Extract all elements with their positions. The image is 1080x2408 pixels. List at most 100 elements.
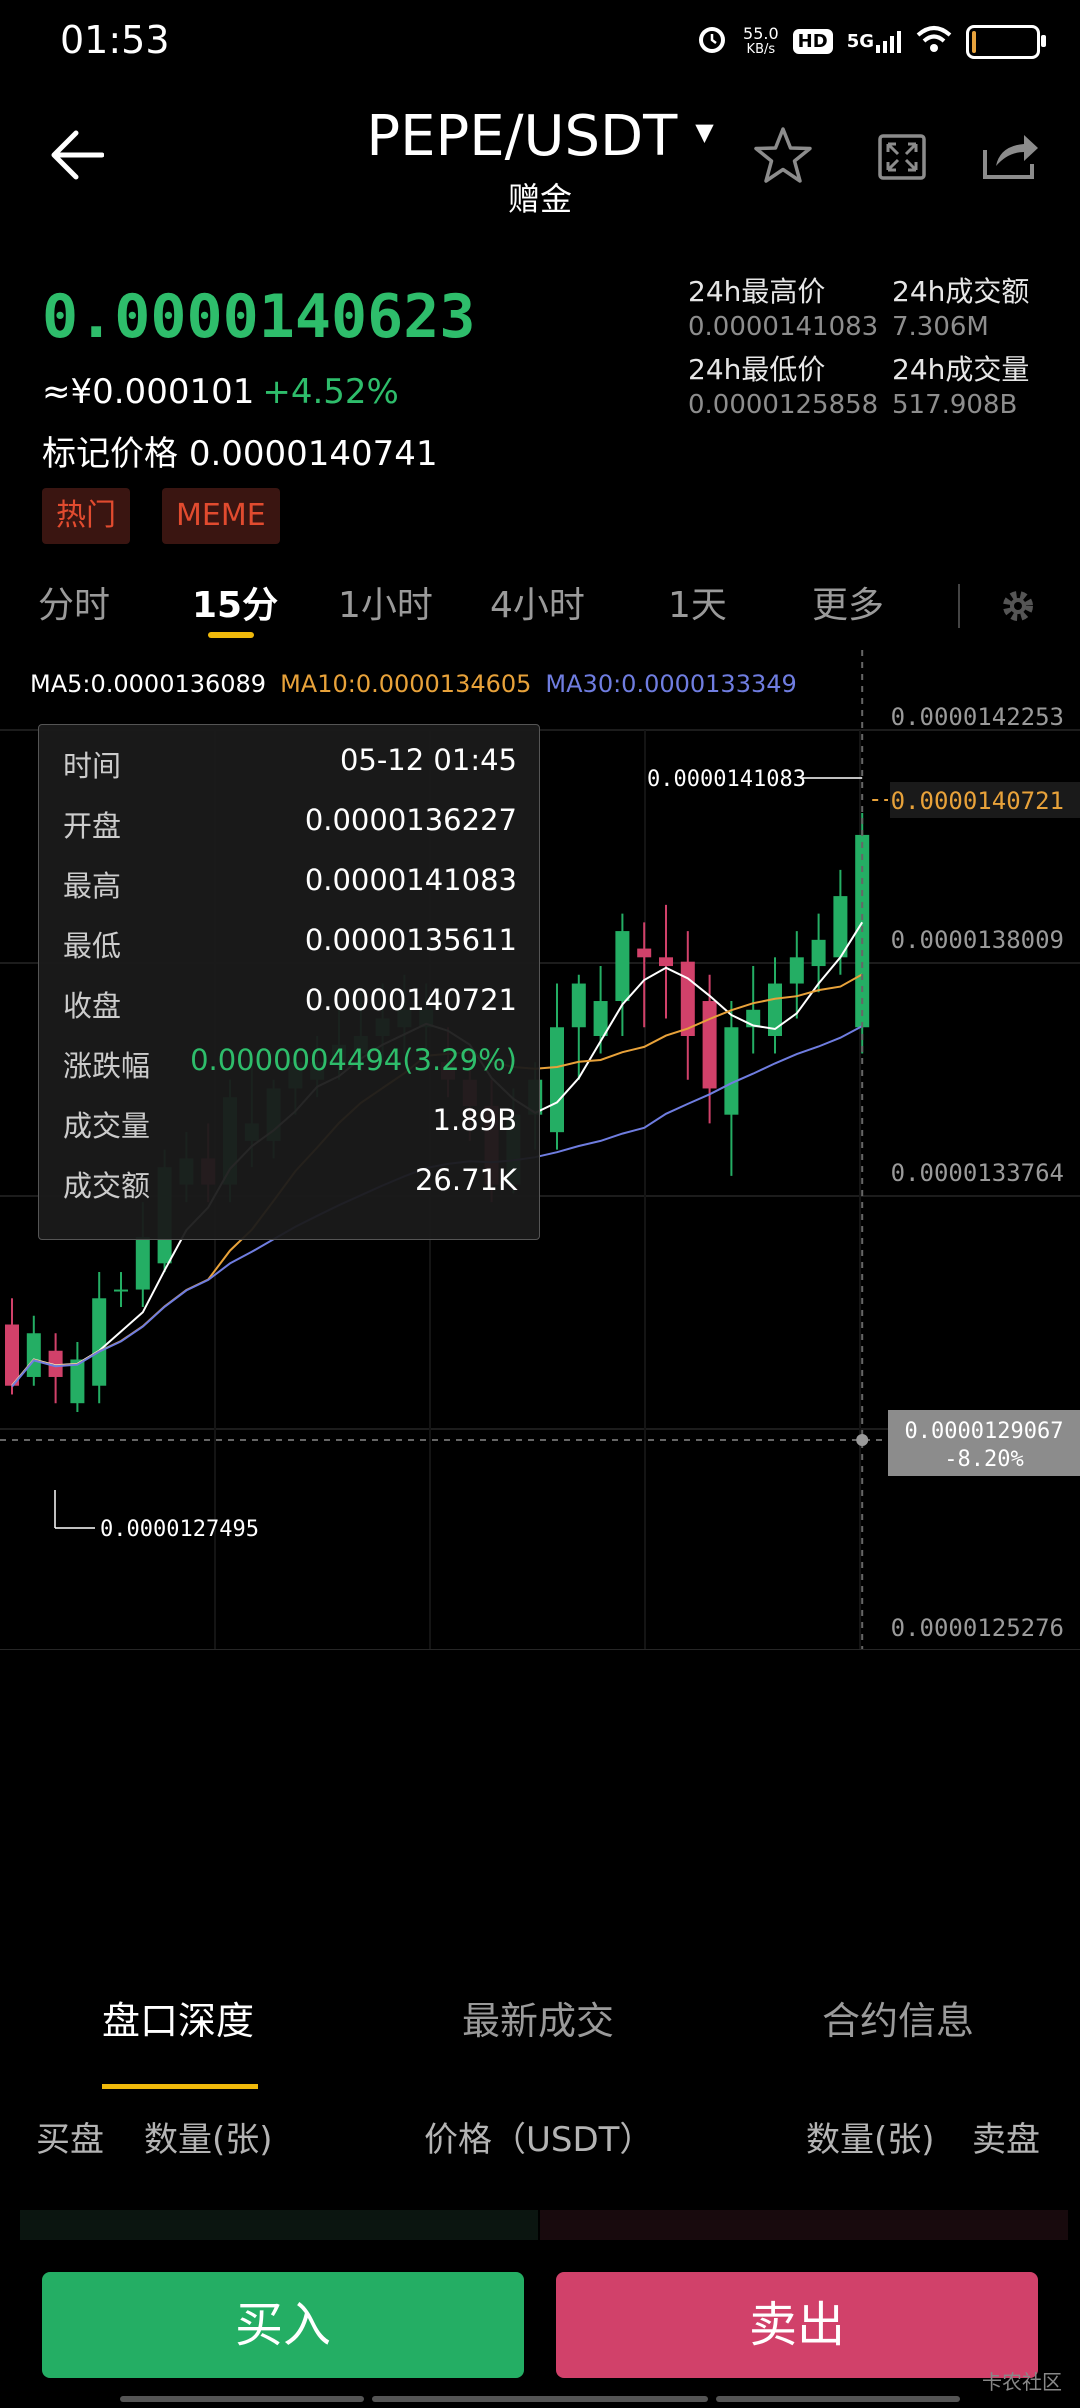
network-type: 5G	[846, 30, 874, 52]
tooltip-label: 成交额	[63, 1169, 151, 1203]
tooltip-row: 收盘 0.0000140721	[63, 983, 517, 1023]
mark-price: 0.0000140741	[188, 434, 438, 474]
candle-body	[811, 939, 826, 967]
tooltip-label: 收盘	[63, 989, 122, 1023]
cny-price-row: ≈¥0.000101 +4.52%	[42, 372, 399, 412]
share-icon[interactable]	[982, 132, 1040, 184]
candle-body	[5, 1324, 19, 1386]
tab-timeframe-1d[interactable]: 1天	[668, 576, 727, 628]
tooltip-label: 成交量	[63, 1109, 151, 1143]
current-price-tag: 0.0000140721	[891, 787, 1064, 815]
pair-title: PEPE/USDT	[366, 104, 678, 169]
bid-depth-bar	[20, 2210, 538, 2240]
price-axis-label: 0.0000142253	[891, 703, 1064, 731]
low-label: 24h最低价	[688, 353, 826, 386]
crosshair-percent: -8.20%	[944, 1447, 1023, 1472]
sell-button[interactable]: 卖出	[556, 2272, 1038, 2378]
status-time: 01:53	[60, 18, 170, 62]
tooltip-label: 最低	[63, 929, 122, 963]
net-speed: 55.0 KB/s	[743, 23, 779, 58]
ask-qty-header: 数量(张)	[806, 2120, 935, 2160]
tab-timeframe-1h[interactable]: 1小时	[338, 576, 433, 628]
tooltip-row: 成交额 26.71K	[63, 1163, 517, 1203]
tooltip-label: 开盘	[63, 809, 122, 843]
tooltip-label: 时间	[63, 749, 122, 783]
tooltip-value: 05-12 01:45	[339, 743, 517, 777]
low-annotation: 0.0000127495	[100, 1517, 259, 1542]
tab-timeframe-15m[interactable]: 15分	[192, 576, 278, 628]
candle-body	[70, 1359, 85, 1404]
net-speed-value: 55.0	[743, 23, 779, 43]
battery-icon	[966, 24, 1046, 59]
tab-timeframe-4h[interactable]: 4小时	[490, 576, 585, 628]
tooltip-row: 时间 05-12 01:45	[63, 743, 517, 783]
price-axis-label: 0.0000133764	[891, 1159, 1064, 1187]
net-speed-unit: KB/s	[746, 41, 776, 57]
price-axis-label: 0.0000125276	[891, 1614, 1064, 1642]
candle-body	[135, 1237, 150, 1290]
wifi-icon	[916, 25, 952, 58]
tooltip-value: 0.0000135611	[304, 923, 517, 957]
crosshair-dot	[856, 1434, 869, 1446]
tab-timeframe-line[interactable]: 分时	[38, 576, 110, 628]
tooltip-row: 成交量 1.89B	[63, 1103, 517, 1143]
volume-value: 517.908B	[892, 390, 1018, 420]
chart-settings-gear-icon[interactable]	[1000, 588, 1036, 628]
bid-qty-header: 数量(张)	[144, 2120, 273, 2160]
tooltip-label: 涨跌幅	[63, 1049, 151, 1083]
tooltip-row: 最高 0.0000141083	[63, 863, 517, 903]
tooltip-value: 0.0000140721	[304, 983, 517, 1017]
cny-price: ≈¥0.000101	[42, 372, 255, 412]
volume-label: 24h成交量	[892, 353, 1030, 386]
active-tab-indicator	[208, 632, 254, 638]
status-icons: 55.0 KB/s HD 5G	[695, 22, 1046, 61]
tooltip-value: 1.89B	[432, 1103, 517, 1137]
signal-icon: 5G	[846, 30, 902, 53]
candle-body	[550, 1027, 564, 1133]
tooltip-label: 最高	[63, 869, 122, 903]
tooltip-value: 26.71K	[414, 1163, 517, 1197]
bottom-tab-indicator	[102, 2084, 258, 2089]
candle-body	[637, 948, 652, 958]
low-value: 0.0000125858	[688, 390, 879, 420]
candle-body	[724, 1027, 739, 1115]
candle-body	[26, 1333, 41, 1377]
tag-hot[interactable]: 热门	[42, 488, 130, 544]
hd-badge: HD	[792, 29, 833, 54]
bid-header: 买盘	[36, 2120, 104, 2160]
tooltip-row: 涨跌幅 0.0000004494(3.29%)	[63, 1043, 517, 1083]
candle-body	[114, 1289, 128, 1292]
candle-tooltip: 时间 05-12 01:45 开盘 0.0000136227 最高 0.000014108…	[38, 724, 540, 1240]
tab-latest-trades[interactable]: 最新成交	[462, 1990, 614, 2045]
turnover-value: 7.306M	[892, 312, 989, 342]
watermark: 卡农社区	[982, 2370, 1062, 2394]
high-label: 24h最高价	[688, 275, 826, 308]
candle-body	[659, 957, 673, 967]
nav-bar-segment	[120, 2396, 364, 2402]
tab-contract-info[interactable]: 合约信息	[822, 1990, 974, 2045]
candle-body	[92, 1298, 107, 1386]
alarm-icon	[695, 22, 729, 61]
high-annotation: 0.0000141083	[647, 767, 806, 792]
ask-depth-bar	[540, 2210, 1068, 2240]
tab-divider	[958, 584, 960, 628]
candle-body	[593, 1001, 608, 1036]
star-icon[interactable]	[752, 126, 814, 190]
mark-price-label: 标记价格	[42, 434, 178, 474]
tooltip-row: 最低 0.0000135611	[63, 923, 517, 963]
buy-button[interactable]: 买入	[42, 2272, 524, 2378]
tooltip-row: 开盘 0.0000136227	[63, 803, 517, 843]
candle-body	[571, 983, 586, 1028]
fullscreen-icon[interactable]	[878, 134, 926, 184]
tooltip-value: 0.0000141083	[304, 863, 517, 897]
tab-order-depth[interactable]: 盘口深度	[102, 1990, 254, 2045]
ask-header: 卖盘	[972, 2120, 1040, 2160]
high-value: 0.0000141083	[688, 312, 879, 342]
candle-body	[789, 957, 804, 984]
price-header: 价格（USDT）	[424, 2120, 654, 2160]
price-axis-label: 0.0000138009	[891, 926, 1064, 954]
candle-body	[702, 1001, 717, 1089]
tag-meme[interactable]: MEME	[162, 488, 280, 544]
tab-timeframe-more[interactable]: 更多	[812, 576, 884, 628]
crosshair-price: 0.0000129067	[905, 1419, 1064, 1444]
